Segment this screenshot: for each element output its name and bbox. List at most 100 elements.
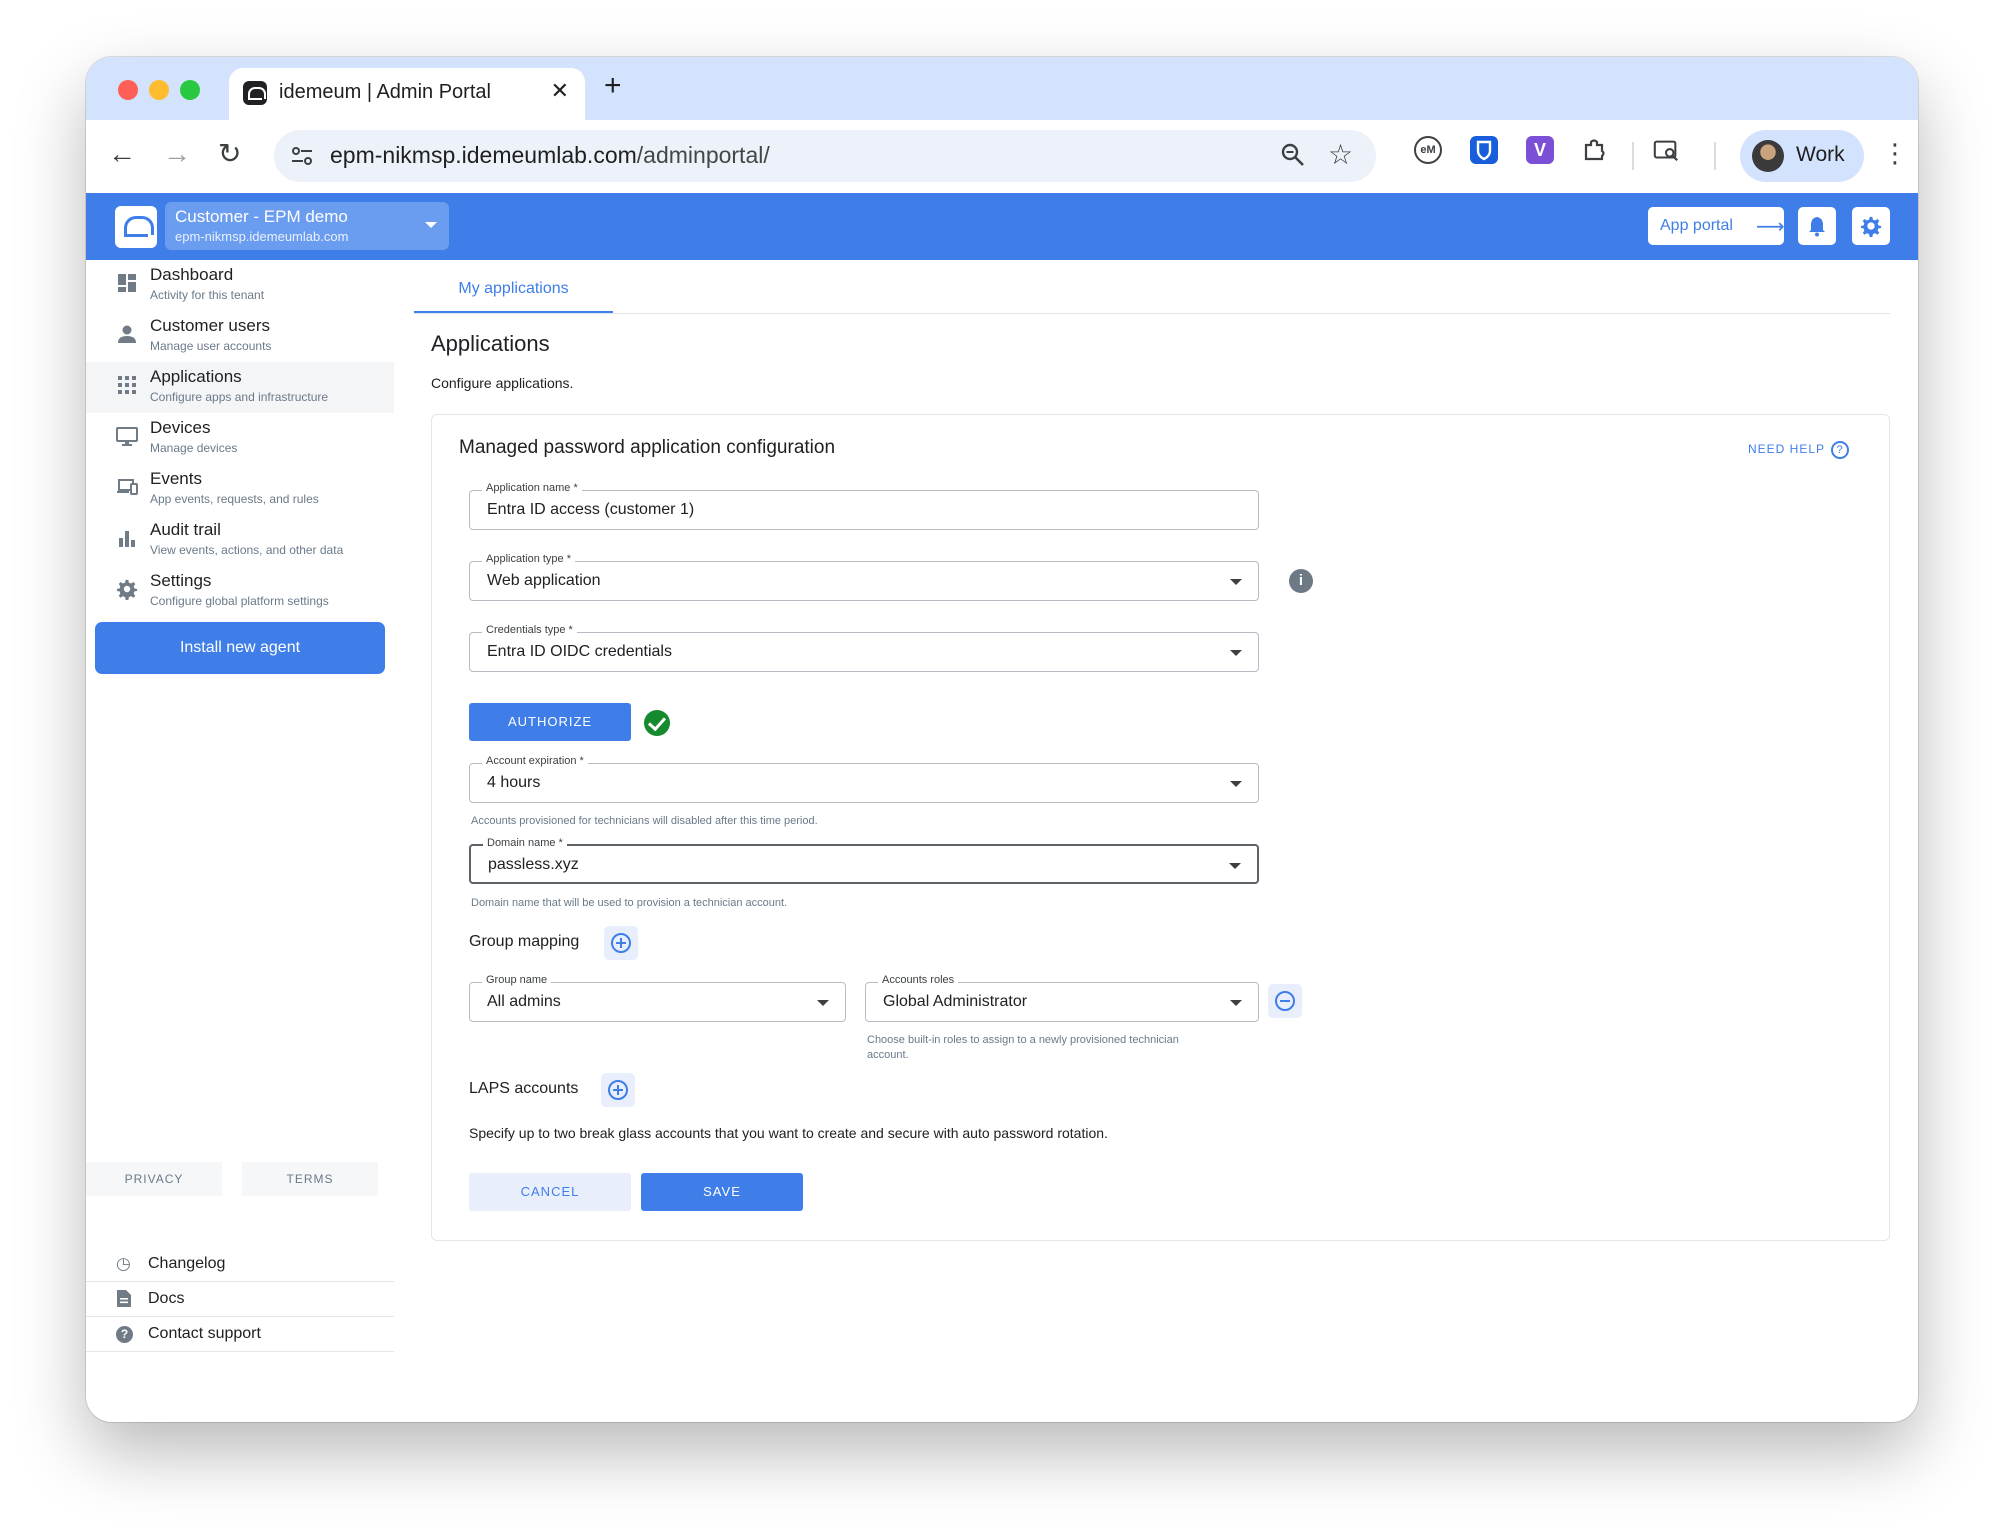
sidebar-item-sublabel: View events, actions, and other data [150,543,344,557]
tab-title: idemeum | Admin Portal [279,81,491,103]
sidebar-item-settings[interactable]: Settings Configure global platform setti… [86,566,394,617]
forward-icon[interactable]: → [163,140,191,168]
idemeum-logo-icon[interactable] [115,206,157,248]
sidebar-item-sublabel: App events, requests, and rules [150,492,319,506]
address-bar[interactable]: epm-nikmsp.idemeumlab.com/adminportal/ ☆ [274,130,1376,182]
back-icon[interactable]: ← [108,140,136,168]
apps-grid-icon [118,376,136,394]
field-value: 4 hours [487,774,541,791]
extension-bitwarden-icon[interactable] [1470,136,1498,164]
application-name-field[interactable]: Application name * Entra ID access (cust… [469,482,1259,530]
tabs-divider [414,313,1890,314]
footer-item-label: Docs [148,1290,185,1307]
sidebar: Dashboard Activity for this tenant Custo… [86,260,394,1422]
field-label: Application type * [482,553,575,565]
sidebar-footer-contact-support[interactable]: ? Contact support [86,1317,394,1352]
sidebar-item-events[interactable]: Events App events, requests, and rules [86,464,394,515]
chevron-down-icon [425,222,437,228]
sidebar-item-devices[interactable]: Devices Manage devices [86,413,394,464]
zoom-icon[interactable] [1280,142,1306,168]
remove-group-mapping-button[interactable] [1268,984,1302,1018]
sidebar-item-customer-users[interactable]: Customer users Manage user accounts [86,311,394,362]
tab-search-icon[interactable] [1652,136,1680,164]
accounts-roles-select[interactable]: Accounts roles Global Administrator [865,974,1259,1022]
page-title: Applications [431,331,550,356]
check-circle-icon [644,710,670,736]
cancel-button[interactable]: CANCEL [469,1173,631,1211]
add-group-mapping-button[interactable] [604,926,638,960]
field-value: passless.xyz [488,856,579,873]
field-label: Domain name * [483,837,567,849]
group-name-select[interactable]: Group name All admins [469,974,846,1022]
site-info-icon[interactable] [288,142,316,170]
sidebar-item-applications[interactable]: Applications Configure apps and infrastr… [86,362,394,413]
document-icon [117,1290,131,1307]
close-window-button[interactable] [118,80,138,100]
terms-link[interactable]: TERMS [242,1162,378,1196]
url-text[interactable]: epm-nikmsp.idemeumlab.com/adminportal/ [330,142,770,169]
tab-my-applications[interactable]: My applications [414,269,613,314]
sidebar-item-audit-trail[interactable]: Audit trail View events, actions, and ot… [86,515,394,566]
notifications-button[interactable] [1798,207,1836,245]
chevron-down-icon [1230,650,1242,656]
add-laps-account-button[interactable] [601,1073,635,1107]
sidebar-item-label: Customer users [150,316,270,335]
settings-button[interactable] [1852,207,1890,245]
profile-button[interactable]: Work [1740,130,1864,182]
sidebar-footer-changelog[interactable]: ◷ Changelog [86,1247,394,1282]
app-portal-label: App portal [1660,217,1733,234]
info-icon[interactable]: i [1289,569,1313,593]
extension-em-icon[interactable]: eM [1414,136,1442,164]
sidebar-item-label: Audit trail [150,520,221,539]
sidebar-item-label: Dashboard [150,265,234,284]
domain-name-select[interactable]: Domain name * passless.xyz [469,837,1259,884]
sidebar-item-label: Events [150,469,202,488]
field-label: Accounts roles [878,974,959,986]
domain-name-hint: Domain name that will be used to provisi… [471,897,788,909]
tenant-domain: epm-nikmsp.idemeumlab.com [175,229,349,244]
config-card: Managed password application configurati… [431,414,1890,1241]
privacy-link[interactable]: PRIVACY [86,1162,222,1196]
authorize-button[interactable]: AUTHORIZE [469,703,631,741]
field-value: Global Administrator [883,993,1028,1010]
close-tab-icon[interactable]: ✕ [551,78,569,104]
save-button[interactable]: SAVE [641,1173,803,1211]
tab-strip: idemeum | Admin Portal ✕ + [86,57,1918,120]
new-tab-icon[interactable]: + [604,71,622,101]
accounts-roles-hint: Choose built-in roles to assign to a new… [867,1034,1179,1061]
sidebar-item-dashboard[interactable]: Dashboard Activity for this tenant [86,260,394,311]
reload-icon[interactable]: ↻ [218,140,241,168]
minimize-window-button[interactable] [149,80,169,100]
card-title: Managed password application configurati… [459,437,836,458]
browser-tab[interactable]: idemeum | Admin Portal ✕ [229,68,585,120]
browser-menu-icon[interactable]: ⋮ [1882,138,1908,169]
account-expiration-select[interactable]: Account expiration * 4 hours [469,755,1259,803]
application-type-select[interactable]: Application type * Web application [469,553,1259,601]
extensions-puzzle-icon[interactable] [1580,136,1608,164]
field-label: Credentials type * [482,624,577,636]
field-label: Account expiration * [482,755,588,767]
field-label: Application name * [482,482,582,494]
bell-icon [1809,217,1825,237]
credentials-type-select[interactable]: Credentials type * Entra ID OIDC credent… [469,624,1259,672]
avatar [1752,140,1784,172]
url-path: /adminportal/ [636,142,770,168]
extension-v-icon[interactable]: V [1526,136,1554,164]
chevron-down-icon [1229,863,1241,869]
bookmark-star-icon[interactable]: ☆ [1328,138,1353,171]
sidebar-item-sublabel: Configure apps and infrastructure [150,390,329,404]
sidebar-item-sublabel: Activity for this tenant [150,288,265,302]
url-host: epm-nikmsp.idemeumlab.com [330,142,637,168]
tenant-selector[interactable]: Customer - EPM demo epm-nikmsp.idemeumla… [165,202,449,250]
sidebar-item-sublabel: Manage user accounts [150,339,272,353]
install-new-agent-button[interactable]: Install new agent [95,622,385,674]
app-portal-button[interactable]: App portal ⟶ [1648,207,1785,245]
field-value: Entra ID OIDC credentials [487,643,672,660]
tenant-name: Customer - EPM demo [175,207,348,226]
chevron-down-icon [1230,1000,1242,1006]
need-help-link[interactable]: NEED HELP? [1748,441,1850,459]
sidebar-footer-docs[interactable]: Docs [86,1282,394,1317]
maximize-window-button[interactable] [180,80,200,100]
person-icon [118,325,136,343]
bar-chart-icon [119,531,135,547]
